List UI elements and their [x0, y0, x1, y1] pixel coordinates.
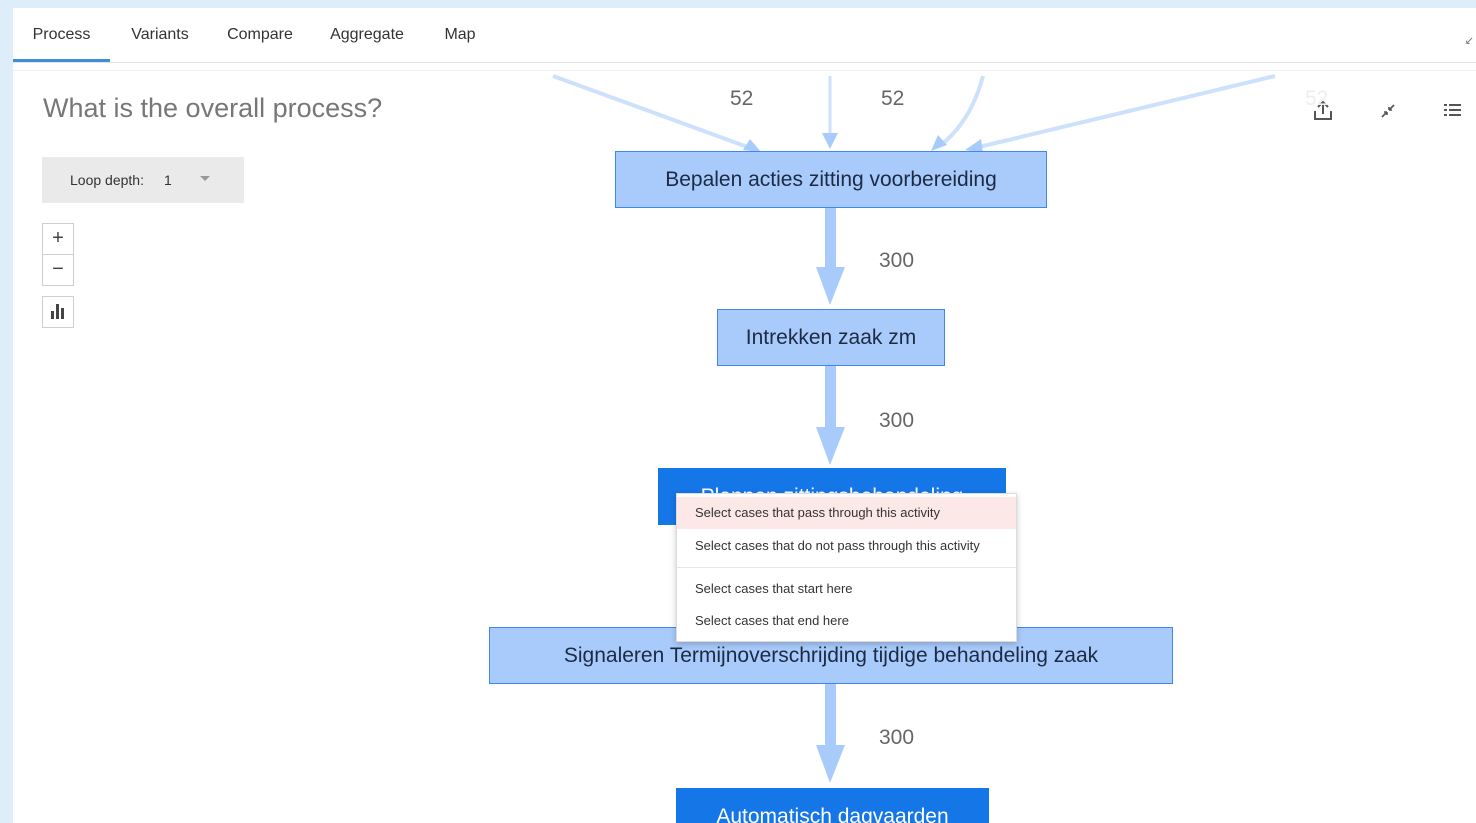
loop-depth-label: Loop depth: — [70, 172, 144, 188]
tab-process[interactable]: Process — [13, 8, 110, 62]
zoom-out-button[interactable]: − — [42, 254, 74, 286]
edge-label: 52 — [881, 87, 905, 110]
loop-depth-value: 1 — [164, 172, 172, 188]
menu-divider — [677, 567, 1016, 568]
tab-bar: Process Variants Compare Aggregate Map ↙ — [13, 8, 1476, 63]
edge-label: 300 — [879, 409, 915, 432]
tab-compare[interactable]: Compare — [220, 8, 300, 61]
list-icon[interactable] — [1441, 99, 1465, 123]
statistics-button[interactable] — [42, 296, 74, 328]
edge-label: 300 — [879, 726, 915, 749]
menu-item-not-pass-through[interactable]: Select cases that do not pass through th… — [677, 530, 1016, 562]
process-canvas: What is the overall process? Loop depth:… — [13, 70, 1476, 823]
context-menu: Select cases that pass through this acti… — [676, 493, 1017, 642]
app-window: Process Variants Compare Aggregate Map ↙ — [13, 8, 1476, 823]
edge-label: 300 — [879, 249, 915, 272]
loop-depth-select[interactable]: Loop depth: 1 — [42, 157, 244, 203]
chevron-down-icon — [200, 176, 210, 181]
edge-label: 52 — [730, 87, 754, 110]
edge — [825, 207, 836, 271]
zoom-in-button[interactable]: + — [42, 223, 74, 255]
tab-variants[interactable]: Variants — [123, 8, 197, 61]
activity-node[interactable]: Intrekken zaak zm — [717, 309, 945, 366]
incoming-edge — [552, 74, 754, 151]
menu-item-pass-through[interactable]: Select cases that pass through this acti… — [677, 497, 1016, 529]
page-title: What is the overall process? — [43, 93, 383, 123]
activity-node[interactable]: Bepalen acties zitting voorbereiding — [615, 151, 1047, 208]
tab-aggregate[interactable]: Aggregate — [324, 8, 410, 61]
tab-map[interactable]: Map — [436, 8, 484, 61]
incoming-edge — [978, 74, 1276, 149]
resize-corner-icon[interactable]: ↙ — [1465, 34, 1474, 47]
edge — [825, 365, 836, 429]
incoming-edge — [939, 75, 985, 147]
edge-label: 52 — [1305, 87, 1329, 110]
menu-item-start-here[interactable]: Select cases that start here — [677, 573, 1016, 605]
edge — [825, 683, 836, 747]
bar-chart-icon — [51, 304, 64, 319]
menu-item-end-here[interactable]: Select cases that end here — [677, 605, 1016, 637]
collapse-icon[interactable] — [1376, 99, 1400, 123]
activity-node[interactable]: Automatisch dagvaarden — [676, 788, 989, 823]
